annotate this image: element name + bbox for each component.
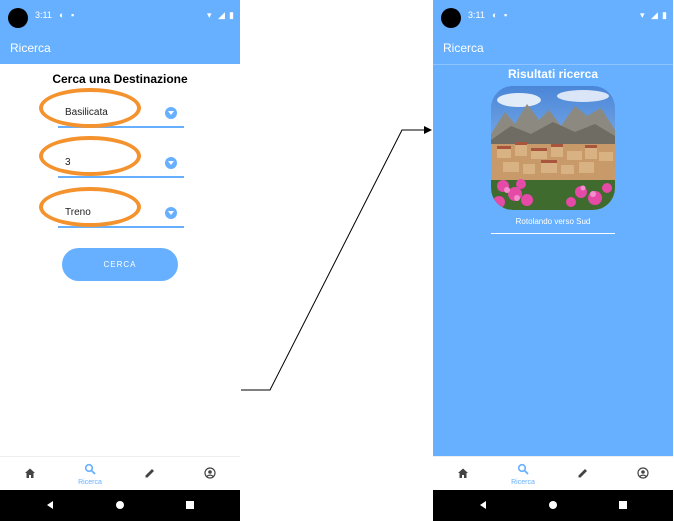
flow-arrow	[241, 126, 432, 391]
